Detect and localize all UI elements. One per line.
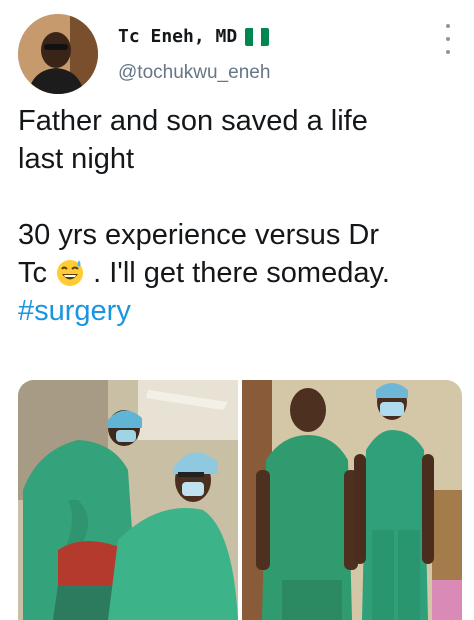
tweet-line: Tc . I'll get there someday. <box>18 254 458 292</box>
hashtag-link[interactable]: #surgery <box>18 292 458 330</box>
tweet-text: Father and son saved a life last night 3… <box>18 102 458 330</box>
more-options-icon[interactable] <box>440 24 456 54</box>
portrait-photo[interactable] <box>242 380 462 620</box>
avatar[interactable] <box>18 14 98 94</box>
tweet-line: 30 yrs experience versus Dr <box>18 219 380 251</box>
tweet-line: Father and son saved a life <box>18 105 368 137</box>
surgery-image <box>18 380 238 620</box>
tweet-line: last night <box>18 143 135 175</box>
nigeria-flag-icon <box>245 27 270 46</box>
author-name-row: Tc Eneh, MD <box>118 26 270 47</box>
surgery-photo[interactable] <box>18 380 238 620</box>
portrait-image <box>242 380 462 620</box>
grinning-sweat-emoji-icon <box>57 260 84 286</box>
display-name[interactable]: Tc Eneh, MD <box>118 26 237 47</box>
tweet-text-segment: . I'll get there someday. <box>93 257 390 289</box>
media-grid <box>18 380 462 620</box>
handle[interactable]: @tochukwu_eneh <box>118 62 270 84</box>
avatar-image <box>18 14 98 94</box>
tweet-text-segment: Tc <box>18 257 47 289</box>
